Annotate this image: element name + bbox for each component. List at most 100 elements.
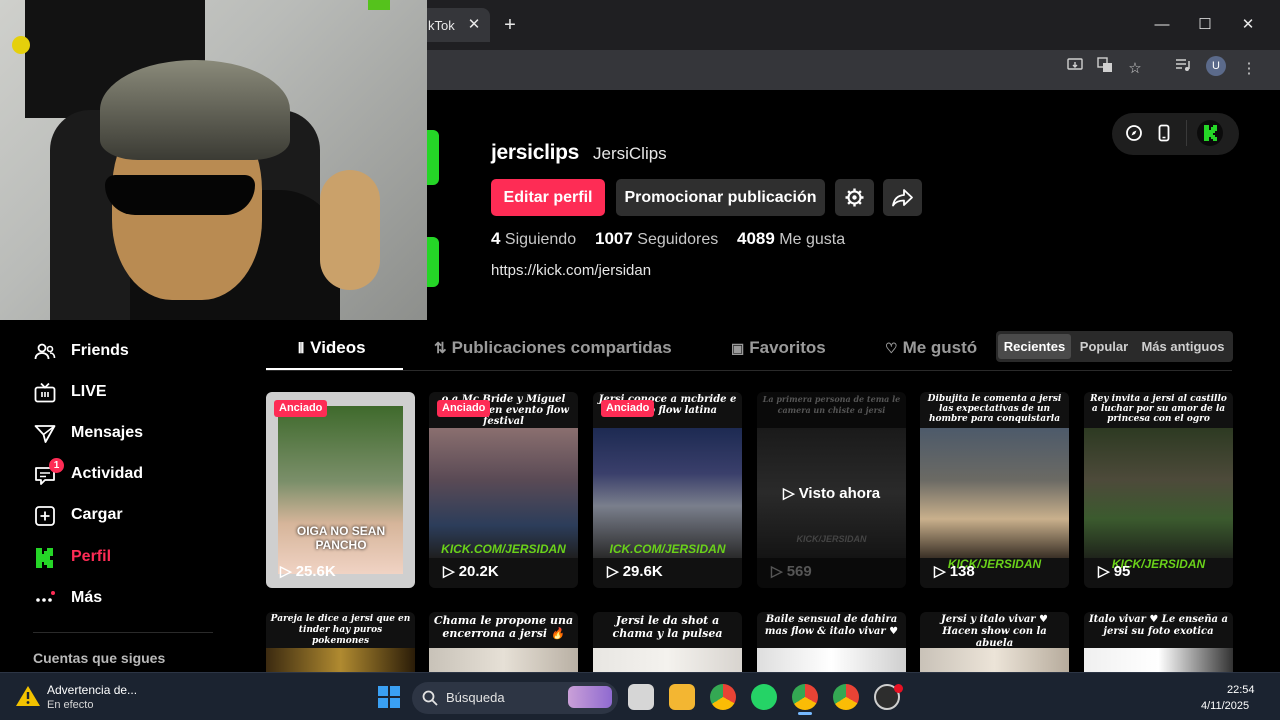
search-icon bbox=[421, 689, 439, 707]
repost-icon: ⇅ bbox=[434, 340, 447, 357]
bookmark-star-icon[interactable]: ☆ bbox=[1122, 56, 1148, 82]
tab-label: Publicaciones compartidas bbox=[451, 338, 672, 357]
more-icon bbox=[36, 591, 55, 602]
followers-stat[interactable]: 1007 Seguidores bbox=[595, 229, 718, 249]
sidebar-item-friends[interactable]: Friends bbox=[33, 338, 233, 368]
video-card[interactable]: Italo vivar ♥ Le enseña a jersi su foto … bbox=[1084, 612, 1233, 672]
video-card[interactable]: Rey invita a jersi al castillo a luchar … bbox=[1084, 392, 1233, 588]
friends-icon bbox=[34, 343, 56, 360]
video-card[interactable]: Dibujita le comenta a jersi las expectat… bbox=[920, 392, 1069, 588]
video-thumbnail bbox=[920, 648, 1069, 672]
sidebar-item-more[interactable]: Más bbox=[33, 585, 233, 615]
video-caption: Italo vivar ♥ Le enseña a jersi su foto … bbox=[1088, 614, 1229, 637]
video-thumbnail bbox=[1084, 648, 1233, 672]
chrome-icon[interactable] bbox=[792, 684, 818, 710]
video-thumbnail bbox=[429, 648, 578, 672]
tab-favorites[interactable]: ▣ Favoritos bbox=[731, 338, 826, 368]
sort-recent-button[interactable]: Recientes bbox=[998, 334, 1071, 359]
sidebar-item-label: LIVE bbox=[71, 383, 107, 400]
maximize-button[interactable]: ☐ bbox=[1194, 14, 1216, 36]
phone-icon[interactable] bbox=[1154, 123, 1174, 143]
video-card[interactable]: o a Mc Bride y Miguel Miranda en evento … bbox=[429, 392, 578, 588]
share-profile-button[interactable] bbox=[883, 179, 922, 216]
sort-popular-button[interactable]: Popular bbox=[1076, 334, 1132, 359]
compass-icon[interactable] bbox=[1124, 123, 1144, 143]
sidebar-item-messages[interactable]: Mensajes bbox=[33, 420, 233, 450]
kick-logo-icon[interactable] bbox=[1197, 120, 1223, 146]
sidebar-item-upload[interactable]: Cargar bbox=[33, 502, 233, 532]
promote-post-button[interactable]: Promocionar publicación bbox=[616, 179, 825, 216]
following-label: Siguiendo bbox=[504, 231, 577, 248]
pill-divider bbox=[1186, 120, 1187, 146]
video-card[interactable]: La primera persona de tema le camera un … bbox=[757, 392, 906, 588]
video-card[interactable]: OIGA NO SEAN PANCHO Anciado ▷ 25.6K bbox=[266, 392, 415, 588]
browser-profile-avatar[interactable]: U bbox=[1206, 56, 1226, 76]
clock-time[interactable]: 22:54 bbox=[1227, 684, 1255, 696]
chrome-icon[interactable] bbox=[710, 684, 736, 710]
close-window-button[interactable]: ✕ bbox=[1237, 14, 1259, 36]
video-card[interactable]: Chama le propone una encerrona a jersi 🔥 bbox=[429, 612, 578, 672]
video-card[interactable]: Pareja le dice a jersi que en tinder hay… bbox=[266, 612, 415, 672]
video-thumbnail bbox=[920, 428, 1069, 558]
profile-username: jersiclips bbox=[491, 141, 580, 164]
following-count: 4 bbox=[491, 229, 501, 248]
likes-count: 4089 bbox=[737, 229, 775, 248]
chrome-icon[interactable] bbox=[833, 684, 859, 710]
tab-liked[interactable]: ♡ Me gustó bbox=[885, 338, 977, 368]
followers-count: 1007 bbox=[595, 229, 633, 248]
sidebar-item-label: Friends bbox=[71, 342, 129, 359]
edit-profile-button[interactable]: Editar perfil bbox=[491, 179, 605, 216]
tab-label: Me gustó bbox=[902, 338, 978, 357]
video-caption: La primera persona de tema le camera un … bbox=[762, 394, 901, 415]
video-card[interactable]: Baile sensual de dahira mas flow & italo… bbox=[757, 612, 906, 672]
warning-icon[interactable] bbox=[15, 684, 41, 708]
tab-videos[interactable]: ⦀ Videos bbox=[298, 338, 366, 368]
webcam-overlay bbox=[0, 0, 427, 320]
live-tv-icon bbox=[34, 382, 56, 403]
video-thumbnail bbox=[593, 428, 742, 558]
whatsapp-icon[interactable] bbox=[751, 684, 777, 710]
clock-date[interactable]: 4/11/2025 bbox=[1201, 700, 1249, 712]
sort-oldest-button[interactable]: Más antiguos bbox=[1136, 334, 1230, 359]
video-caption: Pareja le dice a jersi que en tinder hay… bbox=[270, 614, 411, 646]
video-watermark: KICK.COM/JERSIDAN bbox=[441, 542, 566, 556]
bio-link[interactable]: https://kick.com/jersidan bbox=[491, 262, 651, 279]
translate-icon[interactable] bbox=[1092, 56, 1118, 82]
install-app-icon[interactable] bbox=[1062, 56, 1088, 82]
start-menu-icon[interactable] bbox=[377, 685, 401, 709]
new-tab-button[interactable]: + bbox=[500, 15, 520, 35]
file-explorer-icon[interactable] bbox=[669, 684, 695, 710]
pinned-badge: Anciado bbox=[601, 400, 655, 417]
video-caption: Rey invita a jersi al castillo a luchar … bbox=[1090, 394, 1227, 424]
sidebar-item-label: Más bbox=[71, 589, 103, 606]
weather-warning-title[interactable]: Advertencia de... bbox=[47, 683, 137, 697]
video-card[interactable]: Jersi conoce a mcbride e evento flow lat… bbox=[593, 392, 742, 588]
tab-title: kTok bbox=[428, 18, 455, 33]
video-card[interactable]: Jersi le da shot a chama y la pulsea bbox=[593, 612, 742, 672]
task-view-icon[interactable] bbox=[628, 684, 654, 710]
video-thumbnail bbox=[266, 648, 415, 672]
video-watermark: KICK/JERSIDAN bbox=[796, 534, 867, 544]
minimize-button[interactable]: — bbox=[1151, 14, 1173, 36]
sidebar-item-activity[interactable]: 1 Actividad bbox=[33, 458, 233, 491]
avatar-edge bbox=[427, 237, 439, 287]
following-stat[interactable]: 4 Siguiendo bbox=[491, 229, 576, 249]
video-card[interactable]: Jersi y italo vivar ♥ Hacen show con la … bbox=[920, 612, 1069, 672]
sidebar-item-live[interactable]: LIVE bbox=[33, 379, 233, 409]
sidebar-item-label: Perfil bbox=[71, 548, 112, 565]
video-views: ▷ 95 bbox=[1098, 563, 1131, 580]
video-views: ▷ 20.2K bbox=[443, 563, 499, 580]
profile-nickname: JersiClips bbox=[593, 144, 667, 163]
video-views: ▷ 29.6K bbox=[607, 563, 663, 580]
video-caption: Baile sensual de dahira mas flow & italo… bbox=[764, 614, 899, 637]
upload-icon bbox=[35, 506, 55, 526]
sidebar-item-label: Actividad bbox=[71, 465, 144, 482]
browser-menu-icon[interactable]: ⋮ bbox=[1236, 56, 1262, 82]
search-highlight-image bbox=[568, 686, 612, 708]
settings-button[interactable] bbox=[835, 179, 874, 216]
tab-reposts[interactable]: ⇅ Publicaciones compartidas bbox=[434, 338, 672, 368]
sidebar-item-profile[interactable]: Perfil bbox=[33, 544, 233, 574]
active-tab-indicator bbox=[266, 368, 403, 370]
tab-close-icon[interactable]: ✕ bbox=[466, 17, 482, 33]
media-queue-icon[interactable] bbox=[1170, 56, 1196, 82]
